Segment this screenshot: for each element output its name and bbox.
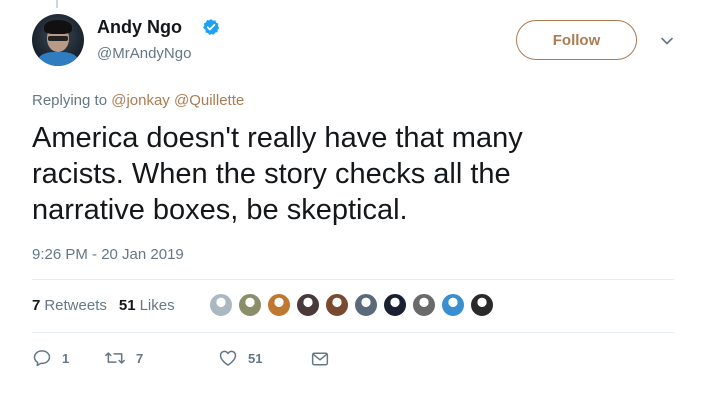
tweet-actions: 1 7 51 xyxy=(32,348,352,370)
reply-icon xyxy=(33,350,51,367)
tweet-text-line: racists. When the story checks all the xyxy=(32,158,511,190)
liker-avatar-4[interactable] xyxy=(295,292,321,318)
mention-link-quillette[interactable]: @Quillette xyxy=(174,92,244,109)
chevron-down-icon[interactable] xyxy=(660,34,674,48)
author-handle[interactable]: @MrAndyNgo xyxy=(97,45,191,62)
liker-avatar-8[interactable] xyxy=(411,292,437,318)
default-avatar[interactable] xyxy=(208,292,234,318)
author-name[interactable]: Andy Ngo xyxy=(97,17,182,38)
heart-icon xyxy=(219,350,237,366)
retweets-label: Retweets xyxy=(44,297,107,314)
envelope-icon xyxy=(311,352,329,366)
follow-button[interactable]: Follow xyxy=(516,20,637,60)
retweet-icon xyxy=(105,352,125,364)
engagement-stats: 7 Retweets 51 Likes xyxy=(32,297,175,314)
divider xyxy=(32,279,674,280)
tweet-text-line: America doesn't really have that many xyxy=(32,122,523,154)
liker-avatar-6[interactable] xyxy=(353,292,379,318)
tweet-timestamp[interactable]: 9:26 PM - 20 Jan 2019 xyxy=(32,246,184,263)
liker-avatar-10[interactable] xyxy=(469,292,495,318)
tweet-text: America doesn't really have that many ra… xyxy=(32,120,672,228)
like-button[interactable]: 51 xyxy=(218,348,262,368)
liker-avatars xyxy=(208,292,498,318)
divider xyxy=(32,332,674,333)
reply-button[interactable]: 1 xyxy=(32,348,69,368)
reply-context: Replying to @jonkay @Quillette xyxy=(32,92,244,109)
retweets-count: 7 xyxy=(32,297,41,314)
direct-message-button[interactable] xyxy=(310,350,330,368)
likes-stat[interactable]: 51 Likes xyxy=(119,297,175,314)
liker-avatar-9[interactable] xyxy=(440,292,466,318)
author-avatar[interactable] xyxy=(32,14,84,66)
liker-avatar-2[interactable] xyxy=(237,292,263,318)
liker-avatar-3[interactable] xyxy=(266,292,292,318)
retweet-count: 7 xyxy=(136,350,144,366)
reply-context-prefix: Replying to xyxy=(32,92,108,109)
like-count: 51 xyxy=(248,350,263,366)
likes-label: Likes xyxy=(139,297,175,314)
retweets-stat[interactable]: 7 Retweets xyxy=(32,297,107,314)
retweet-button[interactable]: 7 xyxy=(104,348,143,368)
thread-connector-line xyxy=(56,0,58,8)
mention-link-jonkay[interactable]: @jonkay xyxy=(111,92,170,109)
liker-avatar-5[interactable] xyxy=(324,292,350,318)
tweet-text-line: narrative boxes, be skeptical. xyxy=(32,194,408,226)
verified-badge-icon xyxy=(203,19,220,36)
reply-count: 1 xyxy=(62,350,70,366)
liker-avatar-7[interactable] xyxy=(382,292,408,318)
likes-count: 51 xyxy=(118,297,136,314)
